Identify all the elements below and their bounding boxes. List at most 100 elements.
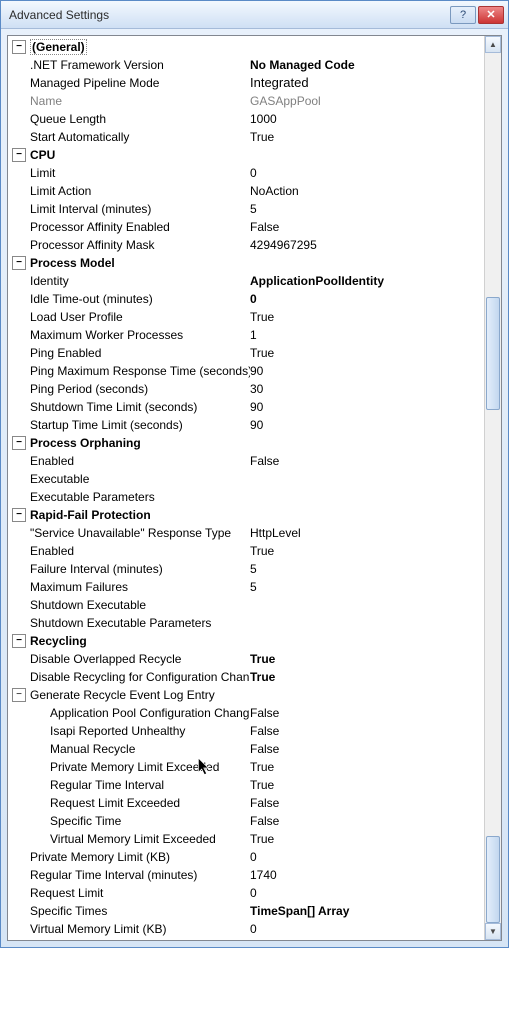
- prop-value[interactable]: True: [250, 668, 481, 686]
- prop-limit-action[interactable]: Limit Action NoAction: [10, 182, 499, 200]
- prop-value[interactable]: True: [250, 776, 481, 794]
- close-button[interactable]: ✕: [478, 6, 504, 24]
- collapse-icon[interactable]: −: [12, 148, 26, 162]
- category-rapid-fail[interactable]: − Rapid-Fail Protection: [10, 506, 499, 524]
- prop-value[interactable]: False: [250, 812, 481, 830]
- collapse-icon[interactable]: −: [12, 436, 26, 450]
- scrollbar-track[interactable]: [485, 53, 501, 923]
- help-button[interactable]: ?: [450, 6, 476, 24]
- prop-specific-times[interactable]: Specific Times TimeSpan[] Array: [10, 902, 499, 920]
- prop-value[interactable]: False: [250, 704, 481, 722]
- titlebar[interactable]: Advanced Settings ? ✕: [1, 1, 508, 29]
- prop-ping-enabled[interactable]: Ping Enabled True: [10, 344, 499, 362]
- category-cpu[interactable]: − CPU: [10, 146, 499, 164]
- prop-value[interactable]: 0: [250, 884, 481, 902]
- prop-value[interactable]: No Managed Code: [250, 56, 481, 74]
- prop-orphaning-executable[interactable]: Executable: [10, 470, 499, 488]
- prop-orphaning-enabled[interactable]: Enabled False: [10, 452, 499, 470]
- prop-limit-interval[interactable]: Limit Interval (minutes) 5: [10, 200, 499, 218]
- prop-orphaning-executable-params[interactable]: Executable Parameters: [10, 488, 499, 506]
- prop-regular-time-interval-log[interactable]: Regular Time Interval True: [10, 776, 499, 794]
- prop-value[interactable]: 4294967295: [250, 236, 481, 254]
- prop-regular-time-interval-min[interactable]: Regular Time Interval (minutes) 1740: [10, 866, 499, 884]
- prop-ping-period[interactable]: Ping Period (seconds) 30: [10, 380, 499, 398]
- prop-limit[interactable]: Limit 0: [10, 164, 499, 182]
- prop-maximum-failures[interactable]: Maximum Failures 5: [10, 578, 499, 596]
- prop-value[interactable]: 0: [250, 920, 481, 938]
- scrollbar-thumb-upper[interactable]: [486, 297, 500, 410]
- prop-value[interactable]: 90: [250, 398, 481, 416]
- prop-app-pool-config-change[interactable]: Application Pool Configuration Change Fa…: [10, 704, 499, 722]
- prop-value[interactable]: 90: [250, 416, 481, 434]
- prop-value[interactable]: 0: [250, 164, 481, 182]
- scroll-up-icon[interactable]: ▲: [485, 36, 501, 53]
- collapse-icon[interactable]: −: [12, 256, 26, 270]
- prop-specific-time-log[interactable]: Specific Time False: [10, 812, 499, 830]
- prop-value[interactable]: 5: [250, 200, 481, 218]
- prop-idle-timeout[interactable]: Idle Time-out (minutes) 0: [10, 290, 499, 308]
- prop-value[interactable]: 5: [250, 560, 481, 578]
- scrollbar-thumb-lower[interactable]: [486, 836, 500, 923]
- prop-failure-interval[interactable]: Failure Interval (minutes) 5: [10, 560, 499, 578]
- prop-value[interactable]: TimeSpan[] Array: [250, 902, 481, 920]
- category-process-orphaning[interactable]: − Process Orphaning: [10, 434, 499, 452]
- prop-identity[interactable]: Identity ApplicationPoolIdentity: [10, 272, 499, 290]
- prop-load-user-profile[interactable]: Load User Profile True: [10, 308, 499, 326]
- prop-ping-max-response[interactable]: Ping Maximum Response Time (seconds) 90: [10, 362, 499, 380]
- prop-value[interactable]: 90: [250, 362, 481, 380]
- collapse-icon[interactable]: −: [12, 634, 26, 648]
- prop-value[interactable]: 1: [250, 326, 481, 344]
- prop-processor-affinity-enabled[interactable]: Processor Affinity Enabled False: [10, 218, 499, 236]
- category-process-model[interactable]: − Process Model: [10, 254, 499, 272]
- prop-virtual-memory-exceeded[interactable]: Virtual Memory Limit Exceeded True: [10, 830, 499, 848]
- prop-managed-pipeline-mode[interactable]: Managed Pipeline Mode Integrated: [10, 74, 499, 92]
- prop-value[interactable]: False: [250, 452, 481, 470]
- prop-value[interactable]: False: [250, 740, 481, 758]
- collapse-icon[interactable]: −: [12, 688, 26, 702]
- category-recycling[interactable]: − Recycling: [10, 632, 499, 650]
- prop-value[interactable]: 5: [250, 578, 481, 596]
- prop-isapi-unhealthy[interactable]: Isapi Reported Unhealthy False: [10, 722, 499, 740]
- prop-value[interactable]: Integrated: [250, 74, 481, 92]
- prop-value[interactable]: False: [250, 722, 481, 740]
- prop-request-limit-exceeded[interactable]: Request Limit Exceeded False: [10, 794, 499, 812]
- prop-value[interactable]: 1740: [250, 866, 481, 884]
- prop-request-limit[interactable]: Request Limit 0: [10, 884, 499, 902]
- prop-value[interactable]: False: [250, 218, 481, 236]
- prop-start-automatically[interactable]: Start Automatically True: [10, 128, 499, 146]
- prop-disable-recycling-for-config[interactable]: Disable Recycling for Configuration Chan…: [10, 668, 499, 686]
- prop-disable-overlapped-recycle[interactable]: Disable Overlapped Recycle True: [10, 650, 499, 668]
- prop-value[interactable]: True: [250, 758, 481, 776]
- prop-value[interactable]: True: [250, 308, 481, 326]
- prop-value[interactable]: 0: [250, 290, 481, 308]
- prop-value[interactable]: ApplicationPoolIdentity: [250, 272, 481, 290]
- prop-private-memory-kb[interactable]: Private Memory Limit (KB) 0: [10, 848, 499, 866]
- prop-service-unavailable-type[interactable]: "Service Unavailable" Response Type Http…: [10, 524, 499, 542]
- prop-name[interactable]: Name GASAppPool: [10, 92, 499, 110]
- prop-value[interactable]: 0: [250, 848, 481, 866]
- prop-shutdown-executable-params[interactable]: Shutdown Executable Parameters: [10, 614, 499, 632]
- prop-value[interactable]: NoAction: [250, 182, 481, 200]
- collapse-icon[interactable]: −: [12, 40, 26, 54]
- prop-value[interactable]: HttpLevel: [250, 524, 481, 542]
- scroll-down-icon[interactable]: ▼: [485, 923, 501, 940]
- prop-value[interactable]: 30: [250, 380, 481, 398]
- prop-shutdown-executable[interactable]: Shutdown Executable: [10, 596, 499, 614]
- prop-virtual-memory-kb[interactable]: Virtual Memory Limit (KB) 0: [10, 920, 499, 938]
- category-generate-recycle-log[interactable]: − Generate Recycle Event Log Entry: [10, 686, 499, 704]
- prop-rapid-fail-enabled[interactable]: Enabled True: [10, 542, 499, 560]
- category-general[interactable]: − (General): [10, 38, 499, 56]
- collapse-icon[interactable]: −: [12, 508, 26, 522]
- prop-shutdown-time-limit[interactable]: Shutdown Time Limit (seconds) 90: [10, 398, 499, 416]
- prop-net-framework-version[interactable]: .NET Framework Version No Managed Code: [10, 56, 499, 74]
- prop-startup-time-limit[interactable]: Startup Time Limit (seconds) 90: [10, 416, 499, 434]
- prop-value[interactable]: True: [250, 830, 481, 848]
- prop-value[interactable]: True: [250, 542, 481, 560]
- prop-queue-length[interactable]: Queue Length 1000: [10, 110, 499, 128]
- prop-value[interactable]: False: [250, 794, 481, 812]
- prop-processor-affinity-mask[interactable]: Processor Affinity Mask 4294967295: [10, 236, 499, 254]
- prop-manual-recycle[interactable]: Manual Recycle False: [10, 740, 499, 758]
- prop-value[interactable]: True: [250, 128, 481, 146]
- vertical-scrollbar[interactable]: ▲ ▼: [484, 36, 501, 940]
- prop-max-worker-processes[interactable]: Maximum Worker Processes 1: [10, 326, 499, 344]
